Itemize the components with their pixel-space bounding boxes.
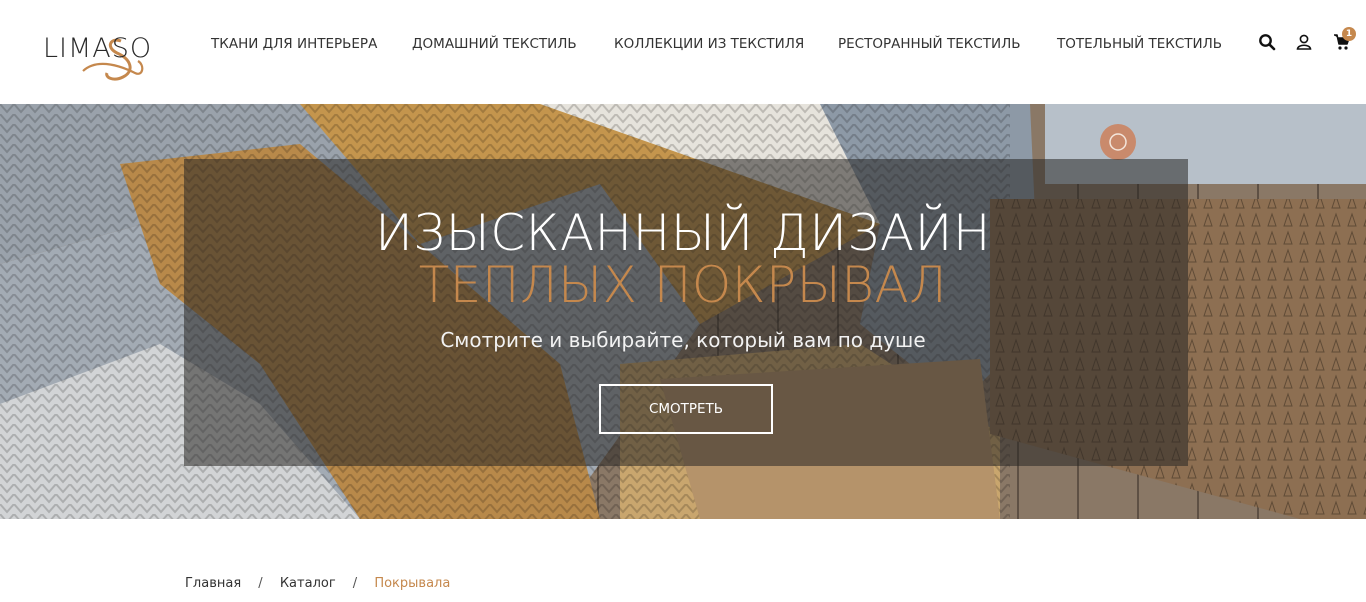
hero-title-line1: ИЗЫСКАННЫЙ ДИЗАЙН <box>375 204 991 262</box>
hero-title-line2: ТЕПЛЫХ ПОКРЫВАЛ <box>418 256 948 314</box>
nav-item-interior-fabrics[interactable]: ТКАНИ ДЛЯ ИНТЕРЬЕРА <box>211 36 377 52</box>
breadcrumb-home-link[interactable]: Главная <box>185 576 241 591</box>
logo-text: LIMASO <box>43 33 153 64</box>
nav-item-textile-collections[interactable]: КОЛЛЕКЦИИ ИЗ ТЕКСТИЛЯ <box>614 36 804 52</box>
user-icon[interactable] <box>1295 33 1315 53</box>
breadcrumb-separator: / <box>352 576 358 591</box>
logo[interactable]: LIMASO <box>43 27 173 85</box>
nav-item-restaurant-textile[interactable]: РЕСТОРАННЫЙ ТЕКСТИЛЬ <box>838 36 1021 52</box>
breadcrumb-catalog-link[interactable]: Каталог <box>280 576 336 591</box>
breadcrumb-separator: / <box>258 576 263 591</box>
cart-count-badge: 1 <box>1342 27 1356 41</box>
nav-item-hotel-textile[interactable]: ТОТЕЛЬНЫЙ ТЕКСТИЛЬ <box>1057 36 1222 52</box>
breadcrumb-current: Покрывала <box>374 576 451 591</box>
view-button[interactable]: СМОТРЕТЬ <box>599 384 773 434</box>
nav-item-home-textile[interactable]: ДОМАШНИЙ ТЕКСТИЛЬ <box>412 36 577 52</box>
hero-banner: ИЗЫСКАННЫЙ ДИЗАЙН ТЕПЛЫХ ПОКРЫВАЛ Смотри… <box>0 104 1366 519</box>
search-icon[interactable] <box>1258 33 1278 53</box>
hero-subtitle: Смотрите и выбирайте, который вам по душ… <box>440 328 926 352</box>
breadcrumb: Главная / Каталог / Покрывала <box>185 576 450 591</box>
site-header: LIMASO ТКАНИ ДЛЯ ИНТЕРЬЕРА ДОМАШНИЙ ТЕКС… <box>0 0 1366 104</box>
